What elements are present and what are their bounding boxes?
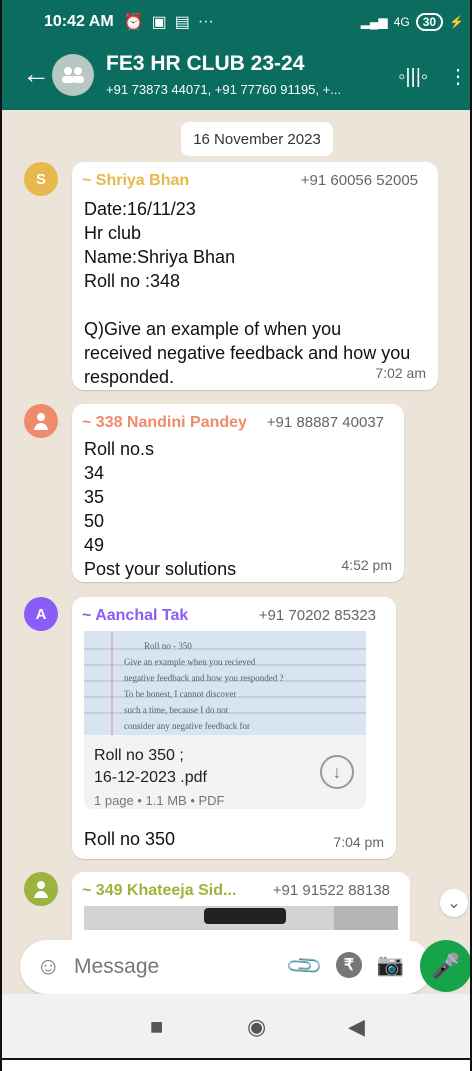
preview-line-2: Give an example when you recieved bbox=[124, 657, 256, 667]
group-members[interactable]: +91 73873 44071, +91 77760 91195, +... bbox=[106, 82, 396, 97]
image-preview[interactable] bbox=[84, 906, 398, 930]
pdf-meta: 1 page • 1.1 MB • PDF bbox=[94, 793, 225, 808]
preview-line-6: consider any negative feedback for bbox=[124, 721, 250, 731]
person-icon bbox=[34, 413, 48, 430]
message-bubble-aanchal[interactable]: ~ Aanchal Tak +91 70202 85323 Roll no - … bbox=[72, 597, 396, 859]
pdf-preview[interactable]: Roll no - 350 Give an example when you r… bbox=[84, 631, 366, 735]
pdf-attachment[interactable]: Roll no 350 ; 16-12-2023 .pdf 1 page • 1… bbox=[84, 735, 366, 809]
message-time: 4:52 pm bbox=[341, 557, 392, 573]
avatar-khateeja[interactable] bbox=[24, 872, 58, 906]
status-bar: 10:42 AM ⏰ ▣ ▤ ··· ▂▄▆ 4G 30 ⚡ bbox=[2, 0, 470, 44]
message-input-placeholder[interactable]: Message bbox=[74, 955, 159, 979]
preview-line-1: Roll no - 350 bbox=[144, 641, 192, 651]
pdf-name: Roll no 350 ; 16-12-2023 .pdf bbox=[94, 747, 207, 786]
back-arrow-icon[interactable]: ← bbox=[22, 58, 50, 90]
composer-bar: ☺ Message 📎 ₹ 📷 🎤 bbox=[2, 940, 470, 994]
voice-call-icon[interactable]: ◦|||◦ bbox=[398, 66, 428, 89]
scroll-down-icon[interactable]: ⌄ bbox=[440, 889, 468, 917]
photo-preview bbox=[84, 906, 398, 930]
message-text: Roll no.s 34 35 50 49 Post your solution… bbox=[84, 439, 237, 579]
message-bubble-khateeja[interactable]: ~ 349 Khateeja Sid... +91 91522 88138 bbox=[72, 872, 410, 940]
preview-line-5: such a time, because I do not bbox=[124, 705, 229, 715]
group-avatar-icon[interactable] bbox=[52, 54, 94, 96]
recent-apps-icon[interactable]: ■ bbox=[150, 1014, 163, 1040]
avatar-shriya[interactable]: S bbox=[24, 162, 58, 196]
alarm-icon: ⏰ bbox=[123, 14, 144, 31]
group-title[interactable]: FE3 HR CLUB 23-24 bbox=[106, 52, 304, 76]
sender-phone: +91 70202 85323 bbox=[258, 607, 376, 624]
message-text: Roll no 350 bbox=[84, 829, 176, 849]
status-time: 10:42 AM bbox=[44, 13, 114, 30]
signal-icon: ▂▄▆ bbox=[360, 15, 388, 29]
battery: 30 bbox=[415, 13, 444, 31]
date-pill: 16 November 2023 bbox=[181, 122, 333, 156]
status-right: ▂▄▆ 4G 30 ⚡ bbox=[361, 13, 464, 31]
avatar-nandini[interactable] bbox=[24, 404, 58, 438]
phone-frame: 10:42 AM ⏰ ▣ ▤ ··· ▂▄▆ 4G 30 ⚡ ← FE3 HR … bbox=[0, 0, 472, 1071]
download-icon[interactable]: ↓ bbox=[320, 755, 354, 789]
message-bubble-shriya[interactable]: ~ Shriya Bhan +91 60056 52005 Date:16/11… bbox=[72, 162, 438, 390]
sender-phone: +91 88887 40037 bbox=[266, 414, 384, 431]
notification-icon: ▤ bbox=[174, 14, 190, 31]
paperclip-icon[interactable]: 📎 bbox=[284, 946, 326, 988]
system-navigation: ■ ◉ ◀ bbox=[2, 994, 470, 1060]
charging-icon: ⚡ bbox=[449, 15, 464, 29]
group-people-icon bbox=[62, 67, 84, 83]
handwritten-page-preview: Roll no - 350 Give an example when you r… bbox=[84, 631, 366, 735]
app-icon: ▣ bbox=[151, 14, 167, 31]
avatar-aanchal[interactable]: A bbox=[24, 597, 58, 631]
mic-icon[interactable]: 🎤 bbox=[420, 940, 470, 992]
message-composer[interactable]: ☺ Message 📎 ₹ 📷 bbox=[20, 940, 432, 994]
more-options-icon[interactable]: ⋮ bbox=[448, 64, 468, 89]
sender-name: ~ Shriya Bhan bbox=[82, 172, 190, 189]
sender-name: ~ 338 Nandini Pandey bbox=[82, 414, 247, 431]
home-icon[interactable]: ◉ bbox=[247, 1014, 266, 1040]
chat-area: 16 November 2023 S ~ Shriya Bhan +91 600… bbox=[2, 110, 470, 940]
sender-name: ~ 349 Khateeja Sid... bbox=[82, 882, 237, 899]
back-nav-icon[interactable]: ◀ bbox=[348, 1014, 365, 1040]
chat-header: ← FE3 HR CLUB 23-24 +91 73873 44071, +91… bbox=[2, 44, 470, 110]
sender-phone: +91 91522 88138 bbox=[272, 882, 390, 899]
sender-name: ~ Aanchal Tak bbox=[82, 607, 189, 624]
person-icon bbox=[34, 881, 48, 898]
message-time: 7:02 am bbox=[375, 365, 426, 381]
camera-icon[interactable]: 📷 bbox=[377, 952, 404, 978]
message-bubble-nandini[interactable]: ~ 338 Nandini Pandey +91 88887 40037 Rol… bbox=[72, 404, 404, 582]
emoji-icon[interactable]: ☺ bbox=[36, 953, 61, 981]
network-icon: 4G bbox=[393, 15, 410, 29]
status-icons: ⏰ ▣ ▤ ··· bbox=[124, 12, 214, 32]
preview-line-3: negative feedback and how you responded … bbox=[124, 673, 283, 683]
sender-phone: +91 60056 52005 bbox=[300, 172, 418, 189]
dots-icon: ··· bbox=[197, 13, 214, 30]
message-text: Date:16/11/23 Hr club Name:Shriya Bhan R… bbox=[84, 199, 411, 387]
payment-icon[interactable]: ₹ bbox=[336, 952, 362, 978]
preview-line-4: To be honest, I cannot discover bbox=[124, 689, 236, 699]
message-time: 7:04 pm bbox=[333, 834, 384, 850]
